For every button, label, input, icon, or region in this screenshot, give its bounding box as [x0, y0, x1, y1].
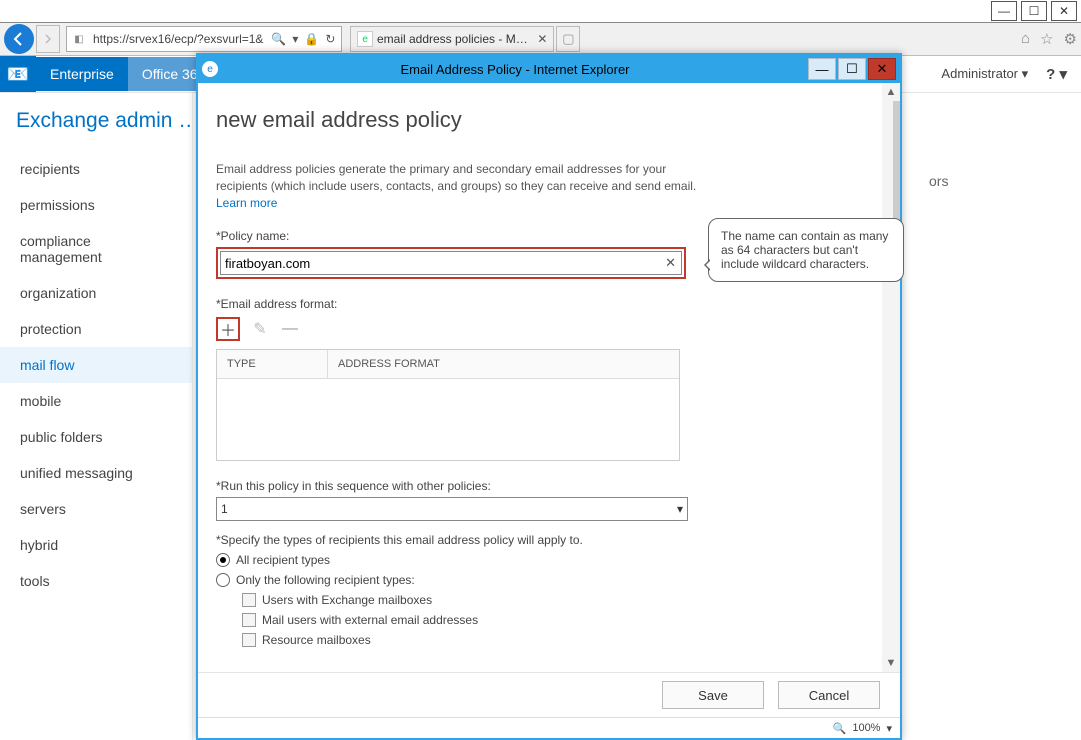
- new-tab-button[interactable]: ▢: [556, 26, 580, 52]
- zoom-icon[interactable]: 🔍: [833, 722, 847, 735]
- obscured-heading-fragment: ors: [929, 173, 948, 189]
- modal-status-bar: 🔍 100% ▾: [198, 717, 900, 738]
- outer-maximize-button[interactable]: ☐: [1021, 1, 1047, 21]
- sidebar-item-tools[interactable]: tools: [0, 563, 192, 599]
- radio-only-following[interactable]: Only the following recipient types:: [216, 573, 866, 587]
- radio-icon: [216, 553, 230, 567]
- checkbox-icon: [242, 633, 256, 647]
- tab-close-icon[interactable]: ✕: [537, 32, 547, 46]
- tab-enterprise[interactable]: Enterprise: [36, 57, 128, 91]
- sidebar-item-unified[interactable]: unified messaging: [0, 455, 192, 491]
- address-format-grid[interactable]: TYPE ADDRESS FORMAT: [216, 349, 680, 461]
- sidebar-item-hybrid[interactable]: hybrid: [0, 527, 192, 563]
- scroll-thumb[interactable]: [893, 101, 900, 221]
- recipients-label: *Specify the types of recipients this em…: [216, 533, 866, 547]
- tab-favicon: e: [357, 31, 373, 47]
- modal-form: new email address policy Email address p…: [198, 83, 894, 647]
- modal-scrollbar[interactable]: ▲ ▼: [882, 83, 900, 672]
- modal-minimize-button[interactable]: —: [808, 58, 836, 80]
- home-icon[interactable]: ⌂: [1021, 30, 1030, 48]
- address-bar[interactable]: ◧ https://srvex16/ecp/?exsvurl=1& 🔍 ▾ 🔒 …: [66, 26, 342, 52]
- policy-name-field-wrapper: ✕: [216, 247, 686, 279]
- modal-description: Email address policies generate the prim…: [216, 161, 866, 211]
- lock-icon: 🔒: [304, 32, 319, 46]
- zoom-level[interactable]: 100%: [852, 722, 880, 734]
- modal-footer: Save Cancel: [198, 672, 900, 717]
- refresh-icon[interactable]: ↻: [325, 32, 335, 46]
- modal-titlebar: e Email Address Policy - Internet Explor…: [198, 55, 900, 83]
- sidebar-item-compliance[interactable]: compliance management: [0, 223, 192, 275]
- sidebar-item-organization[interactable]: organization: [0, 275, 192, 311]
- back-button[interactable]: [4, 24, 34, 54]
- browser-tab[interactable]: e email address policies - Mic... ✕: [350, 26, 554, 52]
- cancel-button[interactable]: Cancel: [778, 681, 880, 709]
- clear-input-icon[interactable]: ✕: [665, 255, 676, 271]
- outer-minimize-button[interactable]: —: [991, 1, 1017, 21]
- outer-window-titlebar: — ☐ ✕: [0, 0, 1081, 23]
- sidebar-item-publicfolders[interactable]: public folders: [0, 419, 192, 455]
- url-text[interactable]: https://srvex16/ecp/?exsvurl=1&: [91, 32, 265, 46]
- ie-icon: e: [202, 61, 218, 77]
- modal-heading: new email address policy: [216, 107, 866, 133]
- modal-maximize-button[interactable]: ☐: [838, 58, 866, 80]
- email-format-label: *Email address format:: [216, 297, 866, 311]
- sequence-label: *Run this policy in this sequence with o…: [216, 479, 866, 493]
- checkbox-icon: [242, 593, 256, 607]
- policy-name-tooltip: The name can contain as many as 64 chara…: [708, 218, 904, 282]
- learn-more-link[interactable]: Learn more: [216, 196, 277, 210]
- modal-close-button[interactable]: ✕: [868, 58, 896, 80]
- outer-close-button[interactable]: ✕: [1051, 1, 1077, 21]
- sequence-select[interactable]: 1 ▾: [216, 497, 688, 521]
- page-title: Exchange admin …: [0, 109, 192, 151]
- tools-icon[interactable]: ⚙: [1064, 30, 1077, 48]
- help-menu[interactable]: ? ▾: [1046, 65, 1067, 83]
- sidebar-item-mobile[interactable]: mobile: [0, 383, 192, 419]
- current-admin-label[interactable]: Administrator ▾: [941, 66, 1028, 82]
- edit-icon[interactable]: ✎: [250, 319, 270, 339]
- checkbox-icon: [242, 613, 256, 627]
- grid-col-format: ADDRESS FORMAT: [328, 350, 679, 378]
- modal-dialog: e Email Address Policy - Internet Explor…: [196, 53, 902, 740]
- remove-icon[interactable]: —: [280, 319, 300, 339]
- radio-all-recipients[interactable]: All recipient types: [216, 553, 866, 567]
- policy-name-input[interactable]: [220, 251, 682, 275]
- modal-title-text: Email Address Policy - Internet Explorer: [224, 62, 806, 77]
- chevron-down-icon: ▾: [677, 502, 683, 516]
- check-resource-mailboxes[interactable]: Resource mailboxes: [242, 633, 866, 647]
- site-favicon: ◧: [71, 31, 87, 47]
- save-button[interactable]: Save: [662, 681, 764, 709]
- forward-button[interactable]: [36, 25, 60, 53]
- zoom-chevron-icon[interactable]: ▾: [886, 722, 892, 735]
- sidebar-item-protection[interactable]: protection: [0, 311, 192, 347]
- search-icon[interactable]: 🔍: [271, 32, 286, 46]
- sequence-value: 1: [221, 502, 228, 516]
- sidebar-item-servers[interactable]: servers: [0, 491, 192, 527]
- radio-icon: [216, 573, 230, 587]
- add-icon[interactable]: ＋: [216, 317, 240, 341]
- tab-title: email address policies - Mic...: [377, 32, 529, 46]
- browser-toolbar: ◧ https://srvex16/ecp/?exsvurl=1& 🔍 ▾ 🔒 …: [0, 23, 1081, 56]
- check-mail-users-external[interactable]: Mail users with external email addresses: [242, 613, 866, 627]
- scroll-up-icon[interactable]: ▲: [882, 83, 900, 101]
- sidebar: Exchange admin … recipients permissions …: [0, 93, 193, 740]
- sidebar-item-permissions[interactable]: permissions: [0, 187, 192, 223]
- sidebar-item-recipients[interactable]: recipients: [0, 151, 192, 187]
- favorites-icon[interactable]: ☆: [1040, 30, 1053, 48]
- eac-logo-icon[interactable]: 📧: [0, 56, 36, 92]
- sidebar-item-mailflow[interactable]: mail flow: [0, 347, 192, 383]
- check-users-exchange[interactable]: Users with Exchange mailboxes: [242, 593, 866, 607]
- scroll-down-icon[interactable]: ▼: [882, 654, 900, 672]
- grid-col-type: TYPE: [217, 350, 328, 378]
